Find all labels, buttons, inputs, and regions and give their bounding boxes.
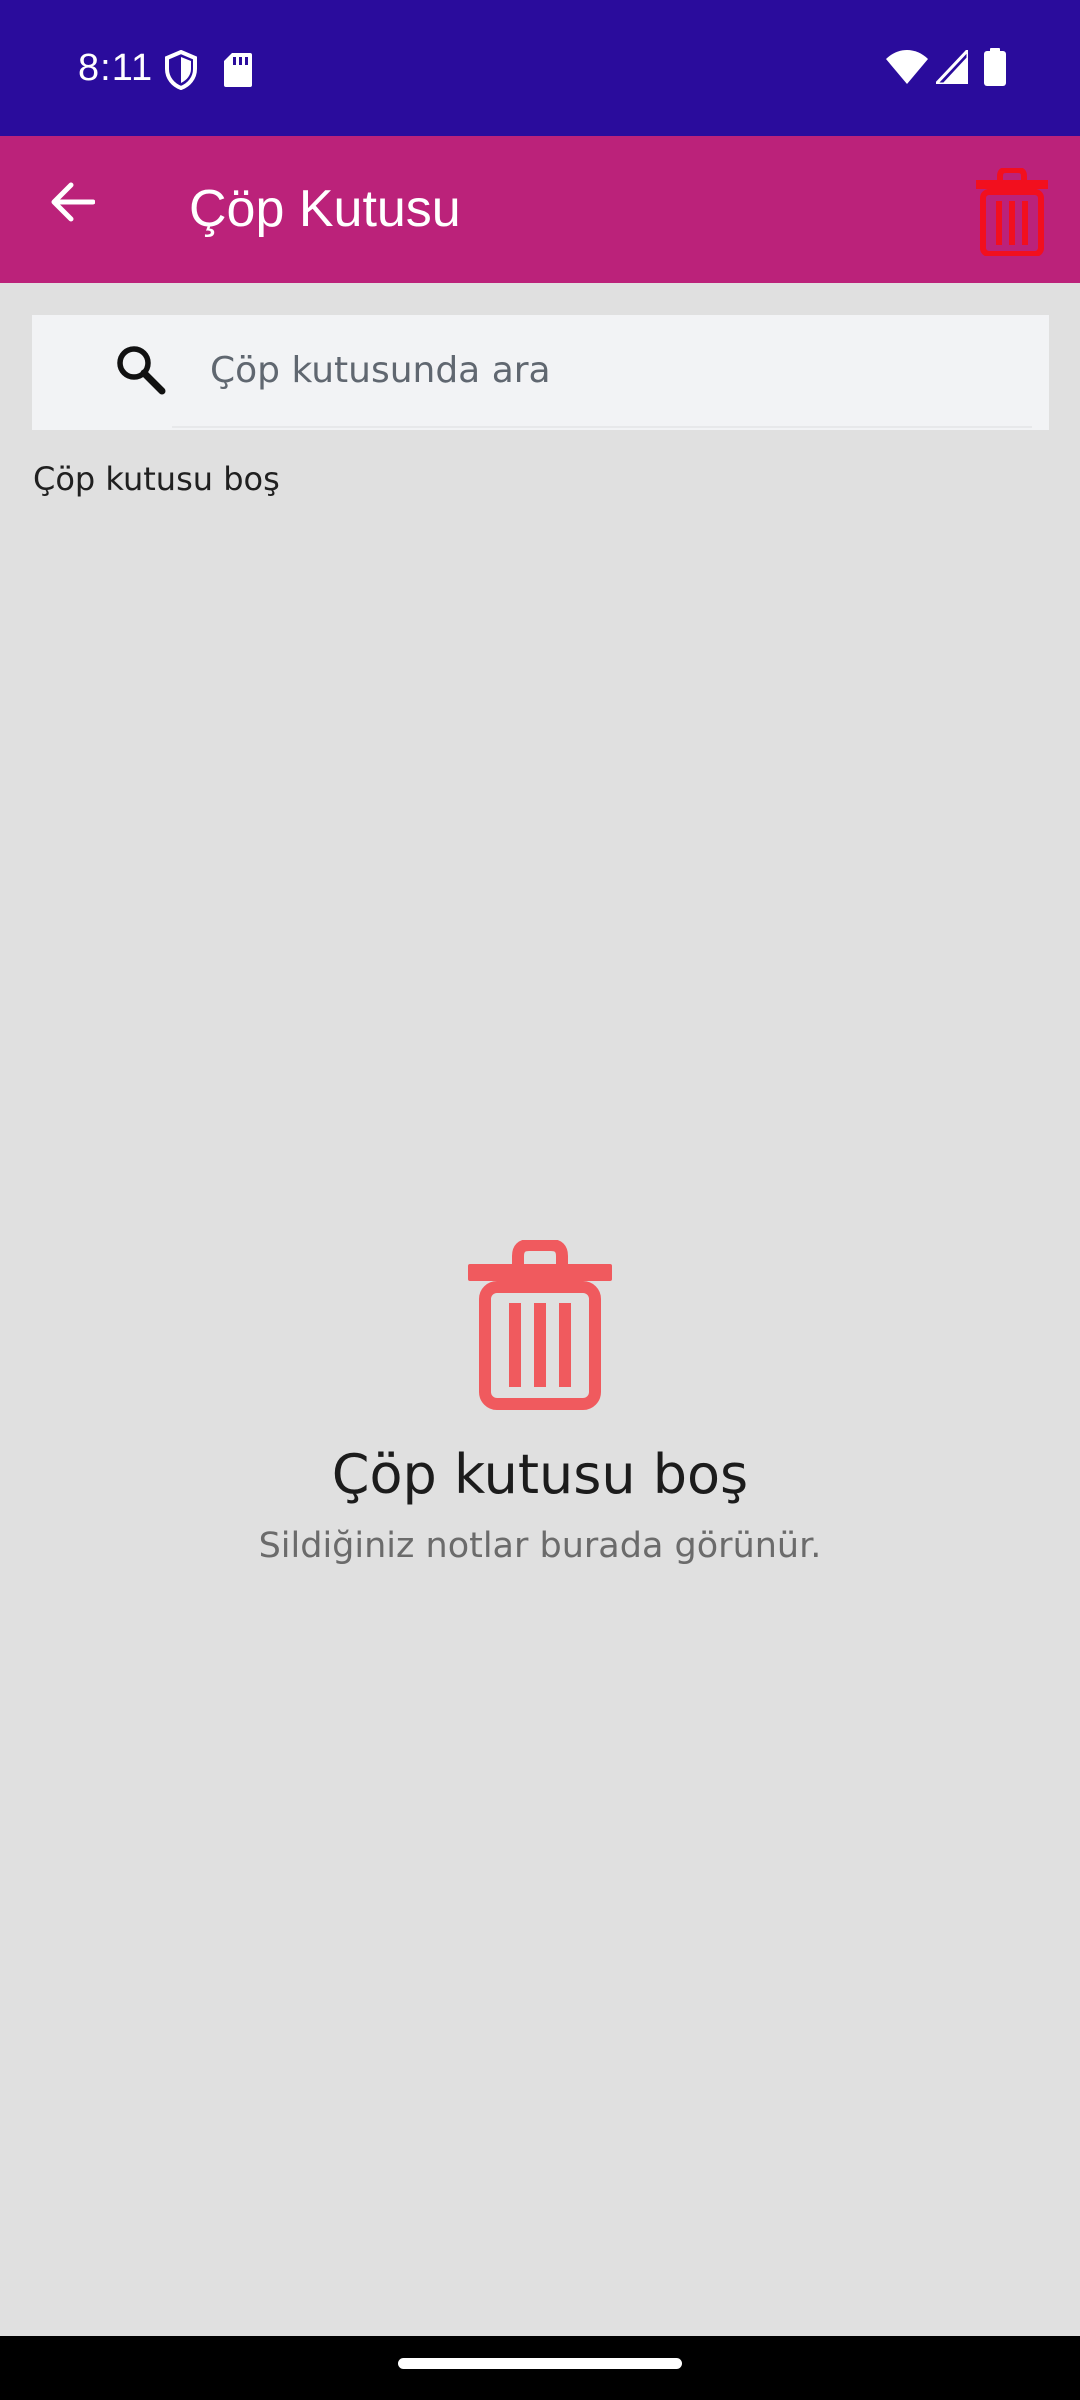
empty-state-title: Çöp kutusu boş: [331, 1443, 749, 1506]
navigation-bar: [0, 2336, 1080, 2400]
sd-card-icon: [224, 53, 252, 87]
home-gesture-handle[interactable]: [398, 2358, 682, 2369]
status-time: 8:11: [78, 47, 154, 89]
trash-icon: [976, 168, 1048, 256]
arrow-back-icon: [51, 182, 95, 222]
shield-icon: [165, 50, 197, 90]
app-bar: Çöp Kutusu: [0, 136, 1080, 283]
page-title: Çöp Kutusu: [189, 180, 461, 238]
wifi-icon: [886, 50, 928, 84]
empty-state-subtitle: Sildiğiniz notlar burada görünür.: [258, 1526, 822, 1566]
search-icon-wrap: [114, 343, 174, 403]
trash-icon: [468, 1240, 612, 1410]
battery-icon: [984, 48, 1006, 86]
section-label: Çöp kutusu boş: [33, 460, 280, 498]
empty-trash-button[interactable]: [968, 162, 1054, 262]
search-input[interactable]: [172, 315, 1032, 428]
status-bar: 8:11: [0, 0, 1080, 136]
back-button[interactable]: [34, 164, 110, 240]
search-box: [32, 315, 1049, 430]
empty-state: Çöp kutusu boş Sildiğiniz notlar burada …: [0, 1240, 1080, 1572]
search-icon: [117, 346, 166, 395]
signal-icon: [936, 50, 968, 84]
